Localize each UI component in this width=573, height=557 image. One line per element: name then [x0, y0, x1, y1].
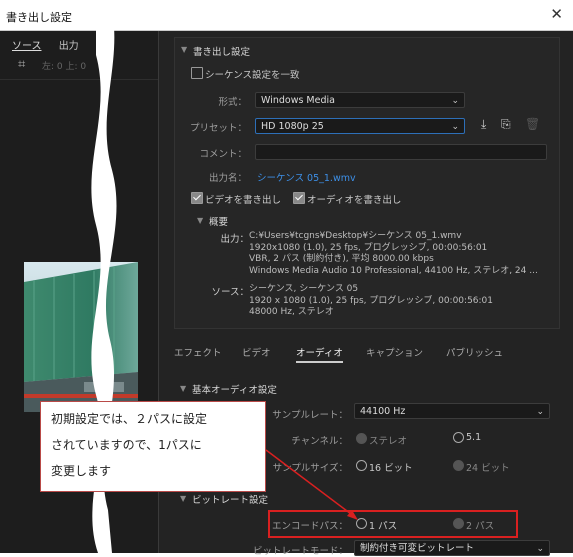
sample-size-label: サンプルサイズ：	[272, 463, 348, 474]
radio-16bit-label: 16 ビット	[369, 463, 413, 474]
callout-line-2: されていますので、1パスに	[51, 438, 202, 452]
bitrate-mode-value: 制約付き可変ビットレート	[360, 543, 475, 554]
comment-input[interactable]	[255, 144, 547, 160]
save-preset-icon[interactable]: ⤓	[481, 117, 486, 132]
export-audio-checkbox[interactable]	[293, 192, 305, 204]
callout-line-3: 変更します	[51, 464, 112, 478]
output-name-label: 出力名：	[208, 173, 247, 184]
output-summary-label: 出力：	[220, 234, 249, 245]
bitrate-settings-header: ビットレート設定	[192, 495, 269, 506]
export-audio-label: オーディオを書き出し	[307, 195, 402, 206]
encode-pass-highlight	[268, 510, 518, 538]
source-summary-label: ソース：	[211, 287, 249, 298]
collapse-icon[interactable]: ▼	[181, 45, 187, 54]
format-label: 形式：	[218, 97, 247, 108]
export-settings-section: ▼ 書き出し設定 シーケンス設定を一致 形式： Windows Media ⌄ …	[174, 37, 560, 329]
chevron-down-icon: ⌄	[536, 407, 544, 417]
preset-value: HD 1080p 25	[261, 121, 324, 132]
crop-coordinates: 左: 0 上: 0	[42, 62, 87, 72]
import-preset-icon[interactable]: ⎘	[501, 117, 511, 132]
tab-captions[interactable]: キャプション	[366, 345, 423, 359]
comment-label: コメント：	[199, 149, 247, 160]
preset-select[interactable]: HD 1080p 25 ⌄	[255, 118, 465, 134]
match-sequence-label: シーケンス設定を一致	[205, 70, 300, 81]
sample-rate-value: 44100 Hz	[360, 406, 406, 417]
radio-16bit[interactable]	[356, 460, 367, 471]
tab-source[interactable]: ソース	[12, 41, 42, 52]
collapse-icon[interactable]: ▼	[180, 384, 186, 393]
radio-stereo-label: ステレオ	[369, 436, 408, 447]
collapse-icon[interactable]: ▼	[180, 494, 186, 503]
match-sequence-checkbox[interactable]	[191, 67, 203, 79]
format-value: Windows Media	[261, 95, 335, 106]
source-summary-text: シーケンス, シーケンス 05 1920 x 1080 (1.0), 25 fp…	[249, 284, 494, 317]
radio-stereo[interactable]	[356, 433, 367, 444]
video-preview-image	[24, 262, 138, 412]
preset-label: プリセット：	[189, 123, 247, 134]
chevron-down-icon: ⌄	[536, 544, 544, 554]
output-summary-text: C:¥Users¥tcgns¥Desktop¥シーケンス 05_1.wmv 19…	[249, 231, 538, 276]
basic-audio-header: 基本オーディオ設定	[192, 385, 277, 396]
settings-tabs: エフェクト ビデオ オーディオ キャプション パブリッシュ	[174, 345, 558, 363]
chevron-down-icon: ⌄	[451, 96, 459, 106]
crop-icon[interactable]: ⌗	[18, 57, 25, 72]
radio-5-1-label: 5.1	[466, 432, 482, 443]
summary-header: 概要	[209, 217, 229, 228]
radio-5-1[interactable]	[453, 432, 464, 443]
sample-rate-label: サンプルレート：	[272, 410, 348, 421]
chevron-down-icon: ⌄	[451, 122, 459, 132]
annotation-callout: 初期設定では、２パスに設定 されていますので、1パスに 変更します	[40, 401, 266, 492]
tab-video[interactable]: ビデオ	[242, 345, 271, 359]
window-title: 書き出し設定	[6, 11, 72, 24]
radio-24bit-label: 24 ビット	[466, 463, 510, 474]
bitrate-mode-select[interactable]: 制約付き可変ビットレート ⌄	[354, 540, 550, 556]
title-bar: 書き出し設定 ✕	[0, 0, 573, 31]
collapse-icon[interactable]: ▼	[197, 216, 203, 225]
tab-publish[interactable]: パブリッシュ	[446, 345, 503, 359]
format-select[interactable]: Windows Media ⌄	[255, 92, 465, 108]
delete-preset-icon[interactable]: 🗑	[525, 117, 540, 131]
export-video-label: ビデオを書き出し	[205, 195, 282, 206]
sample-rate-select[interactable]: 44100 Hz ⌄	[354, 403, 550, 419]
tab-effects[interactable]: エフェクト	[174, 345, 222, 359]
output-name-link[interactable]: シーケンス 05_1.wmv	[257, 170, 356, 184]
radio-24bit[interactable]	[453, 460, 464, 471]
export-video-checkbox[interactable]	[191, 192, 203, 204]
export-settings-header: 書き出し設定	[193, 47, 251, 58]
bitrate-mode-label: ビットレートモード：	[252, 546, 348, 557]
close-icon[interactable]: ✕	[550, 5, 563, 23]
tab-audio[interactable]: オーディオ	[296, 345, 343, 363]
callout-line-1: 初期設定では、２パスに設定	[51, 412, 208, 426]
tab-output[interactable]: 出力	[59, 41, 79, 52]
channels-label: チャンネル：	[291, 436, 348, 447]
